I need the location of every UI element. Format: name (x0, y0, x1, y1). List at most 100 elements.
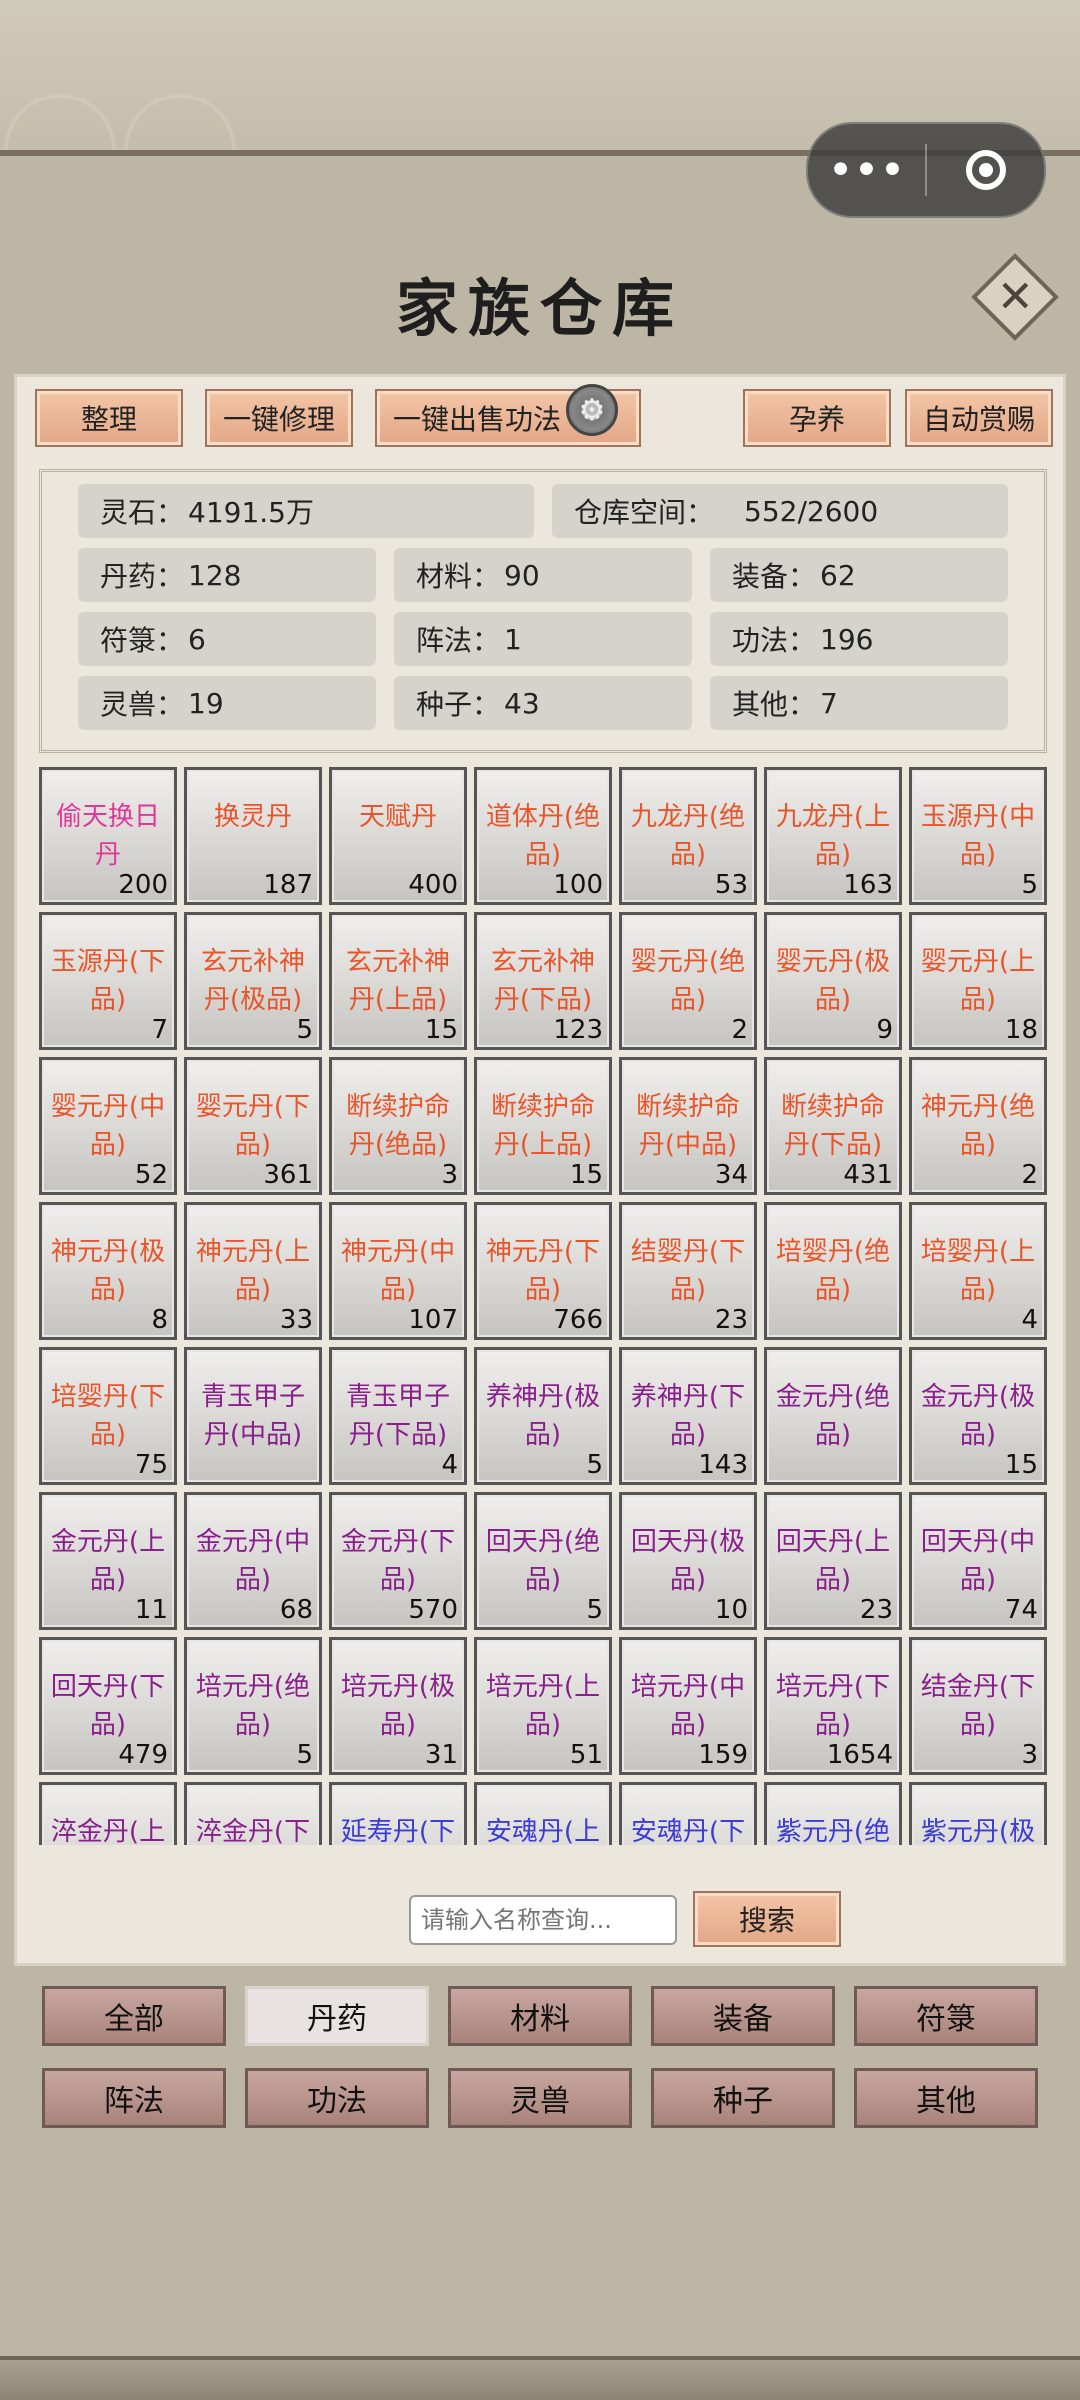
item-cell[interactable]: 玉源丹(中品) 5 (909, 767, 1047, 905)
item-cell[interactable]: 玉源丹(下品) 7 (39, 912, 177, 1050)
item-cell[interactable]: 玄元补神丹(下品) 123 (474, 912, 612, 1050)
item-cell[interactable]: 偷天换日丹 200 (39, 767, 177, 905)
item-cell[interactable]: 紫元丹(绝品) (764, 1782, 902, 1845)
item-name: 安魂丹(下品) (630, 1817, 746, 1845)
item-name: 金元丹(绝品) (775, 1382, 891, 1450)
tab-3[interactable]: 装备 (651, 1986, 835, 2046)
item-count: 361 (263, 1160, 313, 1190)
item-name: 金元丹(下品) (340, 1527, 456, 1595)
item-cell[interactable]: 九龙丹(上品) 163 (764, 767, 902, 905)
item-cell[interactable]: 神元丹(上品) 33 (184, 1202, 322, 1340)
item-cell[interactable]: 培婴丹(上品) 4 (909, 1202, 1047, 1340)
item-name: 偷天换日丹 (55, 802, 160, 870)
item-cell[interactable]: 回天丹(中品) 74 (909, 1492, 1047, 1630)
item-name: 培元丹(上品) (485, 1672, 601, 1740)
item-cell[interactable]: 婴元丹(上品) 18 (909, 912, 1047, 1050)
item-cell[interactable]: 回天丹(极品) 10 (619, 1492, 757, 1630)
item-cell[interactable]: 养神丹(下品) 143 (619, 1347, 757, 1485)
item-name: 培婴丹(下品) (50, 1382, 166, 1450)
item-cell[interactable]: 断续护命丹(上品) 15 (474, 1057, 612, 1195)
item-cell[interactable]: 养神丹(极品) 5 (474, 1347, 612, 1485)
item-cell[interactable]: 婴元丹(极品) 9 (764, 912, 902, 1050)
item-cell[interactable]: 回天丹(下品) 479 (39, 1637, 177, 1775)
sell-gongfa-label: 一键出售功法 (393, 403, 562, 436)
item-cell[interactable]: 婴元丹(下品) 361 (184, 1057, 322, 1195)
item-name: 道体丹(绝品) (485, 802, 601, 870)
item-cell[interactable]: 培元丹(极品) 31 (329, 1637, 467, 1775)
item-cell[interactable]: 神元丹(极品) 8 (39, 1202, 177, 1340)
item-cell[interactable]: 淬金丹(上品) (39, 1782, 177, 1845)
search-button[interactable]: 搜索 (693, 1891, 841, 1947)
stats-box: 灵石： 4191.5万 仓库空间： 552/2600 丹药： 128 材料： 90 装备… (39, 469, 1047, 753)
mini-program-capsule: ••• (806, 122, 1046, 218)
item-cell[interactable]: 玄元补神丹(上品) 15 (329, 912, 467, 1050)
auto-reward-button[interactable]: 自动赏赐 (905, 389, 1053, 447)
tab-8[interactable]: 种子 (651, 2068, 835, 2128)
item-cell[interactable]: 道体丹(绝品) 100 (474, 767, 612, 905)
item-name: 紫元丹(极品) (920, 1817, 1036, 1845)
item-cell[interactable]: 婴元丹(绝品) 2 (619, 912, 757, 1050)
item-cell[interactable]: 断续护命丹(下品) 431 (764, 1057, 902, 1195)
item-grid[interactable]: 偷天换日丹 200 换灵丹 187 天赋丹 400 道体丹(绝品) 100 九龙丹(绝品) 53 九… (39, 767, 1047, 1845)
exit-icon[interactable] (927, 124, 1044, 216)
item-cell[interactable]: 金元丹(极品) 15 (909, 1347, 1047, 1485)
stat-space: 仓库空间： 552/2600 (552, 484, 1008, 538)
item-cell[interactable]: 断续护命丹(绝品) 3 (329, 1057, 467, 1195)
item-cell[interactable]: 玄元补神丹(极品) 5 (184, 912, 322, 1050)
nurture-button[interactable]: 孕养 (743, 389, 891, 447)
tab-4[interactable]: 符箓 (854, 1986, 1038, 2046)
item-cell[interactable]: 神元丹(绝品) 2 (909, 1057, 1047, 1195)
item-cell[interactable]: 淬金丹(下品) (184, 1782, 322, 1845)
item-name: 培元丹(极品) (340, 1672, 456, 1740)
item-cell[interactable]: 培元丹(下品) 1654 (764, 1637, 902, 1775)
tab-6[interactable]: 功法 (245, 2068, 429, 2128)
tab-9[interactable]: 其他 (854, 2068, 1038, 2128)
item-cell[interactable]: 神元丹(中品) 107 (329, 1202, 467, 1340)
item-count: 570 (408, 1595, 458, 1625)
item-cell[interactable]: 青玉甲子丹(中品) (184, 1347, 322, 1485)
item-cell[interactable]: 延寿丹(下品) (329, 1782, 467, 1845)
item-cell[interactable]: 青玉甲子丹(下品) 4 (329, 1347, 467, 1485)
item-cell[interactable]: 紫元丹(极品) (909, 1782, 1047, 1845)
more-icon[interactable]: ••• (808, 124, 925, 216)
item-cell[interactable]: 培婴丹(绝品) (764, 1202, 902, 1340)
item-name: 婴元丹(中品) (50, 1092, 166, 1160)
item-count: 5 (1021, 870, 1038, 900)
item-cell[interactable]: 金元丹(绝品) (764, 1347, 902, 1485)
item-cell[interactable]: 结金丹(下品) 3 (909, 1637, 1047, 1775)
repair-all-button[interactable]: 一键修理 (205, 389, 353, 447)
item-cell[interactable]: 金元丹(上品) 11 (39, 1492, 177, 1630)
item-count: 479 (118, 1740, 168, 1770)
item-cell[interactable]: 回天丹(绝品) 5 (474, 1492, 612, 1630)
item-count: 15 (1004, 1450, 1038, 1480)
item-cell[interactable]: 结婴丹(下品) 23 (619, 1202, 757, 1340)
item-name: 养神丹(极品) (485, 1382, 601, 1450)
tab-1[interactable]: 丹药 (245, 1986, 429, 2046)
bottom-decor-band (0, 2356, 1080, 2400)
item-cell[interactable]: 培元丹(上品) 51 (474, 1637, 612, 1775)
gear-icon[interactable]: ⚙ (566, 384, 618, 436)
item-cell[interactable]: 神元丹(下品) 766 (474, 1202, 612, 1340)
tab-2[interactable]: 材料 (448, 1986, 632, 2046)
item-cell[interactable]: 九龙丹(绝品) 53 (619, 767, 757, 905)
item-cell[interactable]: 培元丹(中品) 159 (619, 1637, 757, 1775)
search-input[interactable] (409, 1895, 677, 1945)
item-cell[interactable]: 培元丹(绝品) 5 (184, 1637, 322, 1775)
item-cell[interactable]: 断续护命丹(中品) 34 (619, 1057, 757, 1195)
item-cell[interactable]: 金元丹(下品) 570 (329, 1492, 467, 1630)
item-cell[interactable]: 安魂丹(下品) (619, 1782, 757, 1845)
tab-5[interactable]: 阵法 (42, 2068, 226, 2128)
sort-button[interactable]: 整理 (35, 389, 183, 447)
item-count: 431 (843, 1160, 893, 1190)
item-cell[interactable]: 天赋丹 400 (329, 767, 467, 905)
tab-0[interactable]: 全部 (42, 1986, 226, 2046)
item-cell[interactable]: 换灵丹 187 (184, 767, 322, 905)
item-cell[interactable]: 安魂丹(上品) (474, 1782, 612, 1845)
item-cell[interactable]: 金元丹(中品) 68 (184, 1492, 322, 1630)
item-cell[interactable]: 回天丹(上品) 23 (764, 1492, 902, 1630)
item-cell[interactable]: 培婴丹(下品) 75 (39, 1347, 177, 1485)
tab-7[interactable]: 灵兽 (448, 2068, 632, 2128)
item-cell[interactable]: 婴元丹(中品) 52 (39, 1057, 177, 1195)
item-count: 7 (151, 1015, 168, 1045)
item-count: 143 (698, 1450, 748, 1480)
